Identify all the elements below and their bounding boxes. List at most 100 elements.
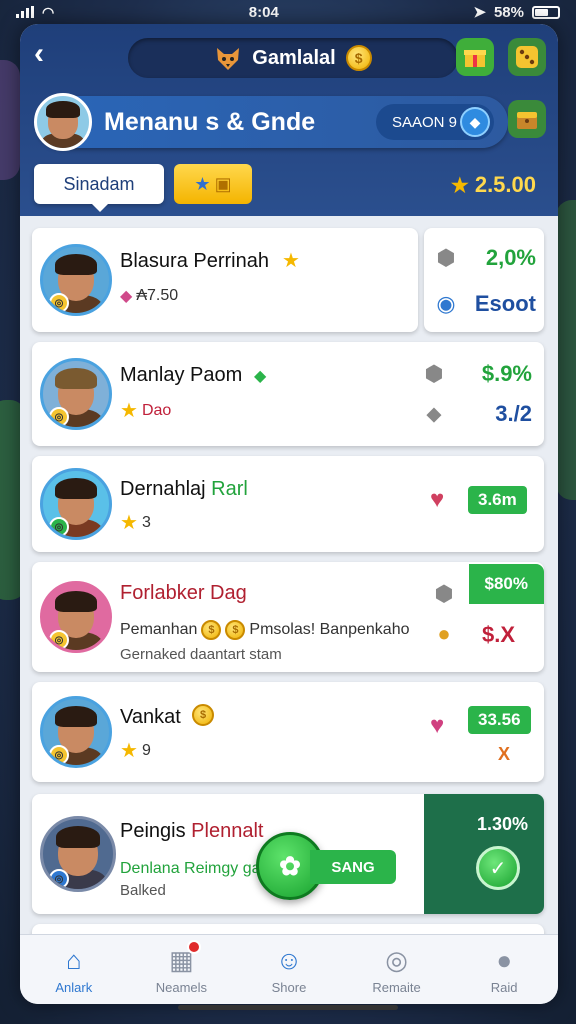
stat-value: 3./2 bbox=[495, 401, 532, 426]
bag-icon: ● bbox=[437, 621, 451, 646]
check-icon: ✓ bbox=[476, 846, 520, 890]
badge-icon: ◎ bbox=[49, 517, 69, 537]
star-icon: ★ bbox=[194, 173, 211, 194]
profile-name: Menanu s & Gnde bbox=[104, 107, 316, 136]
list-item[interactable]: ◎ Dernahlaj Rarl ★ 3 ♥ 3.6m bbox=[32, 456, 544, 552]
badge-icon: ◎ bbox=[49, 869, 69, 889]
star-icon: ★ bbox=[120, 740, 138, 762]
info-icon: ◉ bbox=[436, 291, 456, 316]
ticket-button[interactable]: ★ ▣ bbox=[174, 164, 252, 204]
stat-value: 2,0% bbox=[485, 245, 536, 270]
tab-gifts[interactable]: ▦ Neamels bbox=[136, 940, 226, 995]
gem-icon: ◆ bbox=[254, 368, 267, 385]
status-bar: ◠ 8:04 ➤ 58% bbox=[0, 0, 576, 24]
location-icon: ➤ bbox=[473, 4, 486, 21]
player-name: Vankat bbox=[120, 706, 181, 728]
title-bar: Gamlalal $ bbox=[128, 38, 458, 78]
badge-icon: ◎ bbox=[49, 630, 69, 650]
tab-bar: ⌂ Anlark ▦ Neamels ☺ Shore ◎ Remaite ● R… bbox=[20, 934, 558, 1004]
player-sub: ★ Dao bbox=[120, 400, 172, 422]
list-item[interactable]: ◎ Blasura Perrinah ★ ◆ ₳7.50 bbox=[32, 228, 418, 332]
badge-icon: ◎ bbox=[49, 745, 69, 765]
action-fab-label[interactable]: SANG bbox=[310, 850, 396, 884]
profile-icon: ● bbox=[496, 944, 513, 975]
list-item[interactable]: ◎ Manlay Paom ◆ ★ Dao ⬢ $.9% ⬥ 3./2 bbox=[32, 342, 544, 446]
score-display: ★ 2.5.00 bbox=[451, 172, 536, 198]
player-sub: ★ 3 bbox=[120, 512, 151, 534]
player-name: Peingis Plennalt bbox=[120, 820, 264, 842]
stat-row: ⬥ 3./2 bbox=[420, 394, 532, 434]
stat-row: ⬢ $.9% bbox=[420, 354, 532, 394]
tab-remaite[interactable]: ◎ Remaite bbox=[352, 944, 442, 996]
app-window: ‹ Gamlalal $ Menanu s & Gnde SAAON 9 ◆ S… bbox=[20, 24, 558, 1004]
back-button[interactable]: ‹ bbox=[34, 39, 64, 70]
shield-icon: ⬢ bbox=[434, 581, 454, 606]
tab-home[interactable]: ⌂ Anlark bbox=[29, 944, 119, 996]
app-title: Gamlalal bbox=[252, 46, 336, 69]
stat-value: $.9% bbox=[481, 361, 532, 386]
avatar: ◎ bbox=[40, 468, 112, 540]
rank-pill[interactable]: Sinadam bbox=[34, 164, 164, 212]
wifi-icon: ◠ bbox=[42, 3, 55, 20]
stat-value: 1.30% bbox=[476, 814, 528, 834]
stat-column: ⬢ $.9% ⬥ 3./2 bbox=[420, 354, 532, 434]
star-icon: ★ bbox=[450, 174, 469, 197]
tab-shore[interactable]: ☺ Shore bbox=[244, 944, 334, 996]
season-badge-icon: ◆ bbox=[460, 107, 490, 137]
dice-button[interactable] bbox=[508, 38, 546, 76]
pin-icon: ⬥ bbox=[426, 401, 442, 426]
star-icon: ★ bbox=[282, 250, 300, 272]
coin-icon: $ bbox=[345, 45, 372, 71]
ticket-icon: ▣ bbox=[214, 173, 232, 194]
avatar: ◎ bbox=[40, 358, 112, 430]
coin-icon: $ bbox=[225, 620, 246, 640]
home-icon: ⌂ bbox=[65, 944, 82, 975]
coin-icon: $ bbox=[201, 620, 222, 640]
shield-icon: ⬢ bbox=[424, 361, 444, 386]
signal-icon bbox=[16, 6, 34, 18]
tab-profile[interactable]: ● Raid bbox=[459, 944, 549, 996]
header: ‹ Gamlalal $ Menanu s & Gnde SAAON 9 ◆ S… bbox=[20, 24, 558, 216]
battery-percent: 58% bbox=[493, 3, 524, 21]
player-sub: Denlana Reimgy gar bbox=[120, 860, 266, 877]
stat-row: ◉ Esoot bbox=[432, 284, 536, 324]
player-sub: Pemanhan $ $ Pmsolas! Banpenkaho bbox=[120, 620, 410, 640]
player-name: Blasura Perrinah bbox=[120, 250, 269, 272]
score-value: 2.5.00 bbox=[474, 172, 536, 197]
stat-panel[interactable]: 1.30% ✓ bbox=[424, 794, 544, 914]
player-sub: ★ 9 bbox=[120, 740, 151, 762]
season-pill[interactable]: SAAON 9 ◆ bbox=[376, 104, 494, 140]
profile-avatar bbox=[34, 93, 92, 151]
settings-icon: ◎ bbox=[385, 944, 408, 975]
coin-icon: $ bbox=[192, 704, 214, 726]
avatar: ◎ bbox=[40, 244, 112, 316]
list-item[interactable]: ◎ Vankat $ ★ 9 ♥ 33.56 X bbox=[32, 682, 544, 782]
home-indicator bbox=[178, 1005, 398, 1010]
avatar: ◎ bbox=[40, 581, 112, 653]
avatar: ◎ bbox=[40, 816, 116, 892]
stat-value: X bbox=[498, 744, 511, 764]
star-icon: ★ bbox=[120, 512, 138, 534]
player-sub2: Gernaked daantart stam bbox=[120, 646, 282, 663]
battery-icon bbox=[531, 5, 560, 19]
person-icon: ☺ bbox=[275, 944, 303, 975]
player-name: Dernahlaj Rarl bbox=[120, 478, 248, 500]
list-item[interactable]: ◎ Forlabker Dag Pemanhan $ $ Pmsolas! Ba… bbox=[32, 562, 544, 672]
fox-icon bbox=[214, 44, 242, 72]
player-sub: ◆ ₳7.50 bbox=[120, 287, 179, 305]
stat-value: $.X bbox=[482, 622, 516, 647]
profile-banner[interactable]: Menanu s & Gnde SAAON 9 ◆ bbox=[34, 93, 508, 151]
stat-panel[interactable]: ⬢ 2,0% ◉ Esoot bbox=[424, 228, 544, 332]
season-label: SAAON 9 bbox=[392, 113, 458, 131]
chest-button[interactable] bbox=[508, 100, 546, 138]
stat-row: ⬢ 2,0% bbox=[432, 238, 536, 278]
stat-pill[interactable]: $80% bbox=[468, 564, 544, 604]
stat-pill[interactable]: 3.6m bbox=[468, 486, 527, 514]
background-decoration bbox=[0, 60, 20, 180]
gift-box-button[interactable] bbox=[456, 38, 494, 76]
notification-badge bbox=[187, 940, 202, 954]
badge-icon: ◎ bbox=[49, 407, 69, 427]
gem-icon: ◆ bbox=[120, 288, 133, 305]
stat-pill[interactable]: 33.56 bbox=[468, 706, 531, 734]
player-name: Forlabker Dag bbox=[120, 582, 247, 604]
